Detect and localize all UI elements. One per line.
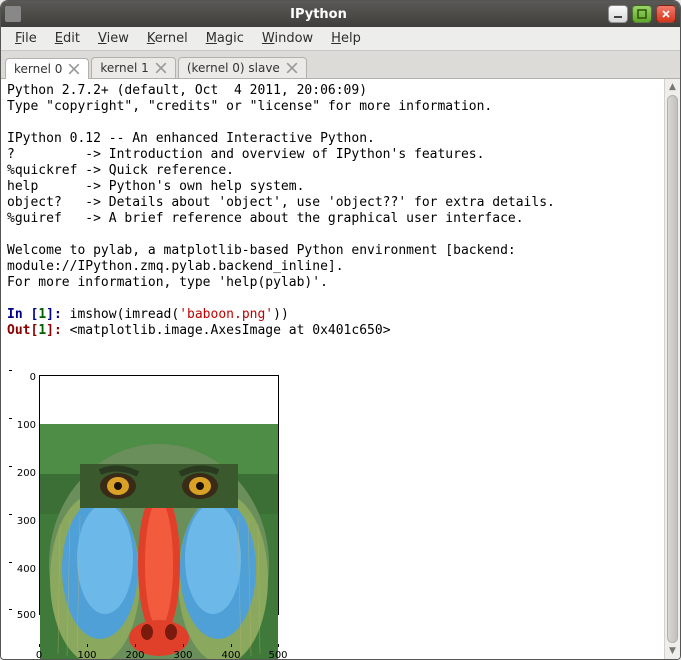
menu-help[interactable]: Help — [323, 29, 369, 48]
x-tick: 100 — [77, 648, 96, 659]
help-line: %quickref -> Quick reference. — [7, 163, 234, 178]
plot-axes: 0 100 200 300 400 500 — [39, 375, 279, 615]
scrollbar-vertical[interactable]: ▲ ▼ — [664, 79, 680, 659]
minimize-icon — [613, 9, 623, 19]
maximize-icon — [637, 9, 647, 19]
plot-output: 0 100 200 300 400 500 — [7, 343, 287, 659]
out-prompt: Out[1]: — [7, 323, 70, 338]
tab-kernel-1[interactable]: kernel 1 — [91, 57, 175, 78]
out-value: <matplotlib.image.AxesImage at 0x401c650… — [70, 323, 391, 338]
window-buttons — [608, 5, 676, 23]
help-line: %guiref -> A brief reference about the g… — [7, 211, 524, 226]
ipython-line: IPython 0.12 -- An enhanced Interactive … — [7, 131, 375, 146]
pylab-line: Welcome to pylab, a matplotlib-based Pyt… — [7, 243, 524, 258]
scroll-down-icon[interactable]: ▼ — [665, 643, 680, 659]
console[interactable]: Python 2.7.2+ (default, Oct 4 2011, 20:0… — [1, 79, 664, 659]
tabbar: kernel 0 kernel 1 (kernel 0) slave — [1, 51, 680, 79]
window-title: IPython — [29, 7, 608, 22]
maximize-button[interactable] — [632, 5, 652, 23]
code: )) — [273, 307, 289, 322]
content-area: Python 2.7.2+ (default, Oct 4 2011, 20:0… — [1, 79, 680, 659]
app-icon — [5, 6, 21, 22]
in-prompt: In [1]: — [7, 307, 70, 322]
x-tick: 300 — [173, 648, 192, 659]
x-ticks: 0 100 200 300 400 500 — [39, 647, 279, 659]
banner-line: Python 2.7.2+ (default, Oct 4 2011, 20:0… — [7, 83, 375, 98]
menu-magic[interactable]: Magic — [198, 29, 252, 48]
close-icon[interactable] — [286, 62, 298, 74]
y-tick: 300 — [10, 514, 36, 530]
code-string: 'baboon.png' — [179, 307, 273, 322]
close-icon — [661, 9, 671, 19]
menu-file[interactable]: File — [7, 29, 45, 48]
pylab-line: For more information, type 'help(pylab)'… — [7, 275, 328, 290]
tab-label: kernel 0 — [14, 62, 62, 76]
scroll-thumb[interactable] — [667, 95, 678, 643]
x-tick: 200 — [125, 648, 144, 659]
y-tick: 200 — [10, 466, 36, 482]
help-line: object? -> Details about 'object', use '… — [7, 195, 555, 210]
pylab-line: module://IPython.zmq.pylab.backend_inlin… — [7, 259, 344, 274]
tab-kernel-0-slave[interactable]: (kernel 0) slave — [178, 57, 307, 78]
menu-kernel[interactable]: Kernel — [139, 29, 196, 48]
close-button[interactable] — [656, 5, 676, 23]
baboon-image — [40, 424, 278, 659]
y-tick: 500 — [10, 608, 36, 624]
x-tick: 0 — [36, 648, 42, 659]
menu-window[interactable]: Window — [254, 29, 321, 48]
tab-kernel-0[interactable]: kernel 0 — [5, 58, 89, 79]
menu-view[interactable]: View — [90, 29, 137, 48]
minimize-button[interactable] — [608, 5, 628, 23]
close-icon[interactable] — [155, 62, 167, 74]
titlebar[interactable]: IPython — [1, 1, 680, 27]
y-tick: 400 — [10, 562, 36, 578]
banner-line: Type "copyright", "credits" or "license"… — [7, 99, 492, 114]
close-icon[interactable] — [68, 63, 80, 75]
x-tick: 500 — [268, 648, 287, 659]
menu-edit[interactable]: Edit — [47, 29, 88, 48]
help-line: help -> Python's own help system. — [7, 179, 304, 194]
y-tick: 0 — [10, 370, 36, 386]
scroll-up-icon[interactable]: ▲ — [665, 79, 680, 95]
window-frame: IPython File Edit View Kernel Magic Wind… — [0, 0, 681, 660]
x-tick: 400 — [221, 648, 240, 659]
y-ticks: 0 100 200 300 400 500 — [12, 370, 38, 622]
tab-label: (kernel 0) slave — [187, 61, 280, 75]
help-line: ? -> Introduction and overview of IPytho… — [7, 147, 484, 162]
y-tick: 100 — [10, 418, 36, 434]
code: imshow(imread( — [70, 307, 180, 322]
menubar: File Edit View Kernel Magic Window Help — [1, 27, 680, 51]
tab-label: kernel 1 — [100, 61, 148, 75]
